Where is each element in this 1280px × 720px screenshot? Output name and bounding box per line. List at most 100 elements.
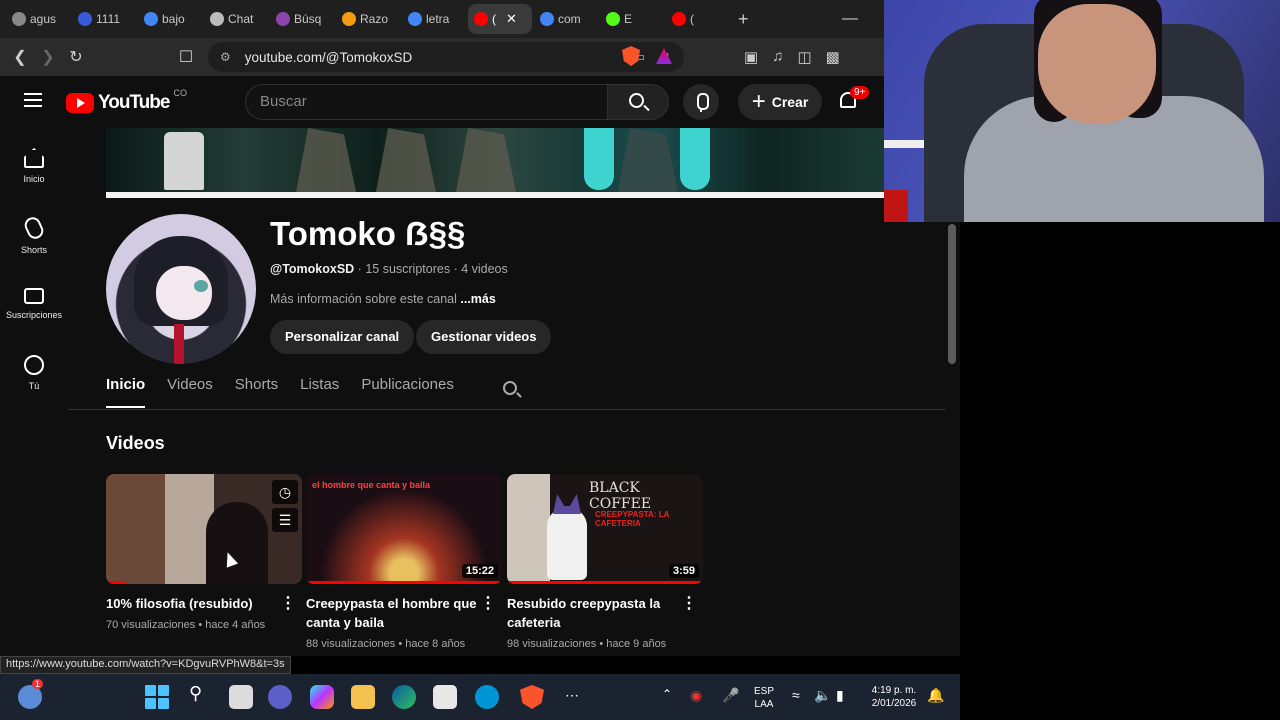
volume-icon[interactable]: 🔈 xyxy=(814,687,831,704)
battery-icon[interactable]: ▮ xyxy=(836,687,844,704)
more-apps-icon[interactable]: ⋯ xyxy=(565,687,579,704)
copilot-icon[interactable] xyxy=(310,685,334,709)
guide-item-shorts[interactable]: Shorts xyxy=(0,205,68,274)
video-title[interactable]: Resubido creepypasta la cafeteria ⋮ xyxy=(507,594,703,632)
tab-shorts[interactable]: Shorts xyxy=(235,376,278,408)
meet-icon[interactable] xyxy=(268,685,292,709)
sidebar-icon[interactable]: ◫ xyxy=(797,48,811,66)
tab-favicon-icon xyxy=(276,12,290,26)
browser-tab[interactable]: ( xyxy=(666,4,730,34)
browser-tab[interactable]: bajo xyxy=(138,4,202,34)
watch-later-icon[interactable]: ◷ xyxy=(272,480,298,504)
video-meta: 70 visualizaciones • hace 4 años xyxy=(106,619,266,631)
browser-tab[interactable]: 1111 xyxy=(72,4,136,34)
tab-home[interactable]: Inicio xyxy=(106,376,146,408)
channel-avatar[interactable] xyxy=(106,214,256,364)
clock[interactable]: 4:19 p. m. 2/01/2026 xyxy=(862,684,926,710)
video-thumbnail[interactable]: BLACK COFFEE CREEPYPASTA: LA CAFETERIA 3… xyxy=(507,474,703,584)
manage-videos-button[interactable]: Gestionar videos xyxy=(416,320,552,354)
video-card[interactable]: ◷ ☰ 10% filosofia (resubido) ⋮ 70 visual… xyxy=(106,474,302,631)
address-bar[interactable]: ⚙ youtube.com/@TomokoxSD ▭ ↗ xyxy=(208,42,684,72)
channel-search-icon[interactable] xyxy=(503,381,517,395)
notification-bell-icon[interactable]: 🔔 xyxy=(927,687,944,704)
video-card[interactable]: el hombre que canta y baila 15:22 Creepy… xyxy=(306,474,502,650)
tab-playlists[interactable]: Listas xyxy=(300,376,339,408)
store-icon[interactable] xyxy=(433,685,457,709)
music-icon[interactable]: ♫ xyxy=(772,48,783,66)
forward-icon[interactable]: ❯ xyxy=(34,47,62,67)
video-meta: 98 visualizaciones • hace 9 años xyxy=(507,638,667,650)
channel-tabs: Inicio Videos Shorts Listas Publicacione… xyxy=(106,376,454,408)
edge-icon[interactable] xyxy=(392,685,416,709)
browser-tab[interactable]: agus xyxy=(6,4,70,34)
recording-icon[interactable]: ◉ xyxy=(690,687,702,704)
customize-channel-button[interactable]: Personalizar canal xyxy=(270,320,415,354)
thumbnail-text: el hombre que canta y baila xyxy=(312,480,431,490)
bookmark-icon[interactable]: ☐ xyxy=(172,47,200,67)
banner-figure xyxy=(456,128,516,192)
tab-favicon-icon xyxy=(210,12,224,26)
video-thumbnail[interactable]: el hombre que canta y baila 15:22 xyxy=(306,474,502,584)
guide-item-subscriptions[interactable]: Suscripciones xyxy=(0,274,68,343)
tab-videos[interactable]: Videos xyxy=(167,376,213,408)
screenshot-icon[interactable]: ▣ xyxy=(744,48,758,66)
more-options-icon[interactable]: ⋮ xyxy=(681,594,697,613)
channel-about[interactable]: Más información sobre este canal ...más xyxy=(270,292,496,306)
browser-tab[interactable]: letra xyxy=(402,4,466,34)
tab-favicon-icon xyxy=(606,12,620,26)
task-view-icon[interactable] xyxy=(229,685,253,709)
more-options-icon[interactable]: ⋮ xyxy=(480,594,496,613)
more-link[interactable]: ...más xyxy=(460,292,495,306)
search-button[interactable] xyxy=(607,84,669,120)
wifi-icon[interactable]: ≈ xyxy=(792,687,800,703)
browser-tab[interactable]: com xyxy=(534,4,598,34)
tab-favicon-icon xyxy=(144,12,158,26)
notifications-icon[interactable]: 9+ xyxy=(838,86,870,110)
browser-tab[interactable]: E xyxy=(600,4,664,34)
video-card[interactable]: BLACK COFFEE CREEPYPASTA: LA CAFETERIA 3… xyxy=(507,474,703,650)
create-button[interactable]: + Crear xyxy=(738,84,822,120)
guide-item-you[interactable]: Tú xyxy=(0,343,68,412)
voice-search-icon[interactable] xyxy=(683,84,719,120)
hp-icon[interactable] xyxy=(475,685,499,709)
tab-favicon-icon xyxy=(540,12,554,26)
new-tab-button[interactable]: + xyxy=(738,9,749,30)
more-options-icon[interactable]: ⋮ xyxy=(280,594,296,613)
youtube-logo[interactable]: YouTube CO xyxy=(66,88,187,114)
show-hidden-icon[interactable]: ⌃ xyxy=(662,687,672,701)
add-to-queue-icon[interactable]: ☰ xyxy=(272,508,298,532)
close-tab-icon[interactable]: ✕ xyxy=(506,11,517,27)
page-scrollbar[interactable] xyxy=(948,224,956,364)
menu-icon[interactable] xyxy=(24,93,42,107)
video-meta: 88 visualizaciones • hace 8 años xyxy=(306,638,466,650)
search-input[interactable]: Buscar xyxy=(245,84,608,120)
browser-tab[interactable]: Búsq xyxy=(270,4,334,34)
tab-label: letra xyxy=(426,12,450,26)
tab-posts[interactable]: Publicaciones xyxy=(361,376,454,408)
reload-icon[interactable]: ↻ xyxy=(62,47,90,67)
browser-tab[interactable]: Chat xyxy=(204,4,268,34)
video-title[interactable]: Creepypasta el hombre que canta y baila … xyxy=(306,594,502,632)
back-icon[interactable]: ❮ xyxy=(6,47,34,67)
browser-tab[interactable]: (✕ xyxy=(468,4,532,34)
microphone-icon[interactable]: 🎤 xyxy=(722,687,739,704)
search-icon[interactable]: ⚲ xyxy=(189,683,202,704)
wallet-icon[interactable]: ▩ xyxy=(826,48,840,66)
site-settings-icon[interactable]: ⚙ xyxy=(220,50,231,64)
channel-meta: @TomokoxSD · 15 suscriptores · 4 videos xyxy=(270,262,508,276)
banner-figure xyxy=(376,128,436,192)
guide-item-home[interactable]: Inicio xyxy=(0,136,68,205)
weather-icon[interactable]: 1 xyxy=(18,679,44,709)
video-thumbnail[interactable]: ◷ ☰ xyxy=(106,474,302,584)
language-indicator[interactable]: ESP LAA xyxy=(750,685,778,711)
subscriptions-icon xyxy=(24,288,44,304)
brave-icon[interactable] xyxy=(520,685,544,709)
browser-tab[interactable]: Razo xyxy=(336,4,400,34)
start-icon[interactable] xyxy=(145,685,169,709)
tab-favicon-icon xyxy=(672,12,686,26)
tab-label: bajo xyxy=(162,12,185,26)
file-explorer-icon[interactable] xyxy=(351,685,375,709)
link-status-bar: https://www.youtube.com/watch?v=KDgvuRVP… xyxy=(0,656,291,674)
minimize-button[interactable]: — xyxy=(842,10,858,28)
video-title[interactable]: 10% filosofia (resubido) ⋮ xyxy=(106,594,302,613)
